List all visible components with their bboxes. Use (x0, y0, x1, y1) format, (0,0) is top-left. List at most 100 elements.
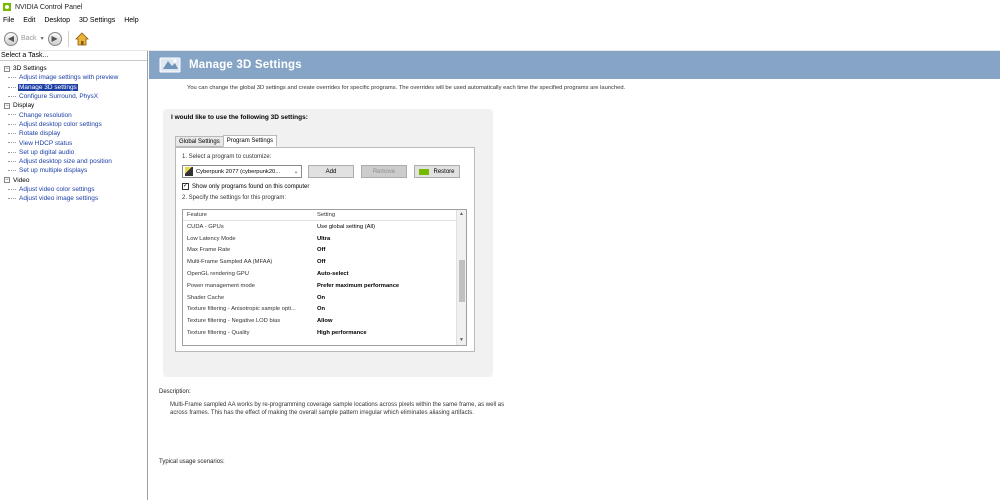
sidebar-item-rotate-display[interactable]: Rotate display (0, 129, 147, 138)
program-dropdown[interactable]: Cyberpunk 2077 (cyberpunk20... ⌄ (182, 165, 302, 178)
sidebar-item-label: Adjust image settings with preview (19, 74, 119, 82)
sidebar-item-desktop-size[interactable]: Adjust desktop size and position (0, 157, 147, 166)
column-header-setting[interactable]: Setting (317, 212, 457, 218)
table-row[interactable]: Texture filtering - Quality High performa… (183, 327, 466, 339)
page-intro: You can change the global 3D settings an… (187, 85, 626, 91)
show-only-programs-checkbox[interactable]: ✓ (182, 183, 189, 190)
usage-scenarios-label: Typical usage scenarios: (159, 459, 225, 465)
tree-category-3d-settings[interactable]: − 3D Settings (0, 64, 147, 73)
table-row[interactable]: Shader Cache On (183, 292, 466, 304)
setting-feature: Max Frame Rate (187, 247, 231, 254)
window-title: NVIDIA Control Panel (15, 3, 83, 11)
tab-program-settings[interactable]: Program Settings (222, 135, 278, 147)
table-row[interactable]: Texture filtering - Negative LOD bias All… (183, 315, 466, 327)
settings-panel: I would like to use the following 3D set… (163, 109, 493, 377)
sidebar-item-label: Adjust video color settings (19, 186, 95, 193)
collapse-icon[interactable]: − (4, 65, 10, 72)
setting-value: Ultra (317, 235, 331, 242)
sidebar-item-label: Change resolution (19, 111, 72, 119)
sidebar-item-video-image[interactable]: Adjust video image settings (0, 194, 147, 203)
restore-button[interactable]: Restore (414, 165, 460, 178)
scroll-up-icon[interactable]: ▲ (457, 210, 466, 219)
setting-value: High performance (317, 330, 367, 337)
settings-scrollbar[interactable]: ▲ ▼ (456, 210, 466, 345)
program-settings-tab-content: 1. Select a program to customize: Cyberp… (175, 147, 475, 352)
table-row[interactable]: OpenGL rendering GPU Auto-select (183, 268, 466, 280)
setting-feature: OpenGL rendering GPU (187, 271, 249, 278)
sidebar-item-label: Rotate display (19, 130, 61, 138)
tree-category-video[interactable]: − Video (0, 176, 147, 185)
task-tree: − 3D Settings Adjust image settings with… (0, 61, 147, 203)
setting-feature: Texture filtering - Negative LOD bias (187, 318, 281, 325)
page-title: Manage 3D Settings (189, 59, 302, 71)
home-button[interactable] (74, 31, 90, 47)
setting-value: Prefer maximum performance (317, 282, 400, 289)
add-button[interactable]: Add (308, 165, 354, 178)
toolbar: ◀ Back ▾ ▶ (0, 27, 1000, 51)
description-text: Multi-Frame sampled AA works by re-progr… (170, 402, 505, 416)
table-row[interactable]: Texture filtering - Anisotropic sample o… (183, 304, 466, 316)
collapse-icon[interactable]: − (4, 177, 10, 184)
menu-file[interactable]: File (2, 17, 15, 24)
setting-feature: Low Latency Mode (187, 235, 236, 242)
sidebar-item-label: View HDCP status (19, 139, 73, 147)
setting-value: Use global setting (All) (317, 223, 375, 230)
table-row[interactable]: Low Latency Mode Ultra (183, 233, 466, 245)
sidebar-item-label: Adjust video image settings (19, 195, 99, 203)
table-row[interactable]: CUDA - GPUs Use global setting (All) (183, 221, 466, 233)
settings-tabs: Global Settings Program Settings (175, 135, 278, 147)
settings-list: Feature Setting CUDA - GPUs Use global se… (182, 209, 467, 346)
sidebar-item-label: Adjust desktop size and position (19, 158, 112, 166)
nvidia-restore-icon (419, 168, 430, 175)
step-2-label: 2. Specify the settings for this program… (182, 195, 287, 201)
sidebar-item-change-resolution[interactable]: Change resolution (0, 110, 147, 119)
title-bar: NVIDIA Control Panel (0, 0, 1000, 14)
menu-desktop[interactable]: Desktop (43, 17, 71, 24)
setting-feature: Multi-Frame Sampled AA (MFAA) (187, 259, 273, 266)
collapse-icon[interactable]: − (4, 102, 10, 109)
setting-value: Off (317, 247, 326, 254)
task-sidebar: Select a Task... − 3D Settings Adjust im… (0, 51, 148, 500)
back-button[interactable]: ◀ (4, 31, 18, 46)
settings-list-header: Feature Setting (183, 210, 466, 221)
sidebar-item-label: Set up multiple displays (19, 167, 88, 175)
sidebar-item-digital-audio[interactable]: Set up digital audio (0, 148, 147, 157)
program-icon (185, 167, 193, 176)
sidebar-item-desktop-color[interactable]: Adjust desktop color settings (0, 120, 147, 129)
sidebar-item-manage-3d-settings[interactable]: Manage 3D settings (0, 83, 147, 92)
sidebar-item-label: Configure Surround, PhysX (19, 93, 99, 101)
sidebar-item-video-color[interactable]: Adjust video color settings (0, 185, 147, 194)
description-label: Description: (159, 389, 191, 395)
category-label: Display (13, 102, 35, 110)
forward-button[interactable]: ▶ (47, 31, 62, 46)
tree-category-display[interactable]: − Display (0, 101, 147, 110)
remove-button[interactable]: Remove (361, 165, 407, 178)
sidebar-item-configure-surround[interactable]: Configure Surround, PhysX (0, 92, 147, 101)
scroll-down-icon[interactable]: ▼ (457, 336, 466, 345)
setting-feature: Power management mode (187, 282, 255, 289)
menu-3d-settings[interactable]: 3D Settings (78, 17, 116, 24)
menu-help[interactable]: Help (123, 17, 139, 24)
show-only-programs-row: ✓ Show only programs found on this compu… (182, 183, 309, 190)
sidebar-item-multiple-displays[interactable]: Set up multiple displays (0, 166, 147, 175)
setting-value: Allow (317, 318, 333, 325)
select-task-header: Select a Task... (0, 51, 147, 61)
table-row[interactable]: Max Frame Rate Off (183, 245, 466, 257)
restore-button-label: Restore (433, 168, 455, 175)
panel-heading: I would like to use the following 3D set… (171, 114, 308, 121)
chevron-down-icon: ⌄ (293, 169, 299, 175)
history-dropdown-icon[interactable]: ▾ (41, 35, 44, 42)
setting-value: Auto-select (317, 271, 349, 278)
column-header-feature[interactable]: Feature (183, 212, 317, 218)
arrow-left-icon: ◀ (7, 34, 15, 43)
tab-global-settings[interactable]: Global Settings (175, 136, 224, 147)
sidebar-item-adjust-image-settings[interactable]: Adjust image settings with preview (0, 73, 147, 82)
table-row[interactable]: Multi-Frame Sampled AA (MFAA) Off (183, 256, 466, 268)
table-row[interactable]: Power management mode Prefer maximum perf… (183, 280, 466, 292)
scrollbar-thumb[interactable] (459, 260, 465, 302)
sidebar-item-hdcp-status[interactable]: View HDCP status (0, 138, 147, 147)
menu-edit[interactable]: Edit (22, 17, 36, 24)
setting-feature: Texture filtering - Anisotropic sample o… (187, 306, 296, 313)
setting-value: Off (317, 259, 326, 266)
setting-feature: Shader Cache (187, 294, 225, 301)
